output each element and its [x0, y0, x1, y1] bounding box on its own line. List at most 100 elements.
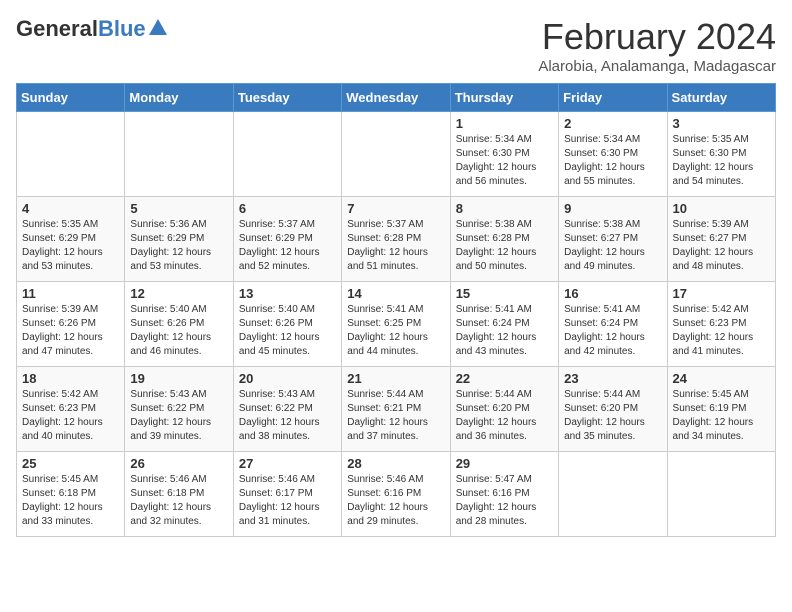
- day-info: Sunrise: 5:42 AM Sunset: 6:23 PM Dayligh…: [22, 388, 119, 444]
- calendar-cell: 17 Sunrise: 5:42 AM Sunset: 6:23 PM Dayli…: [667, 282, 775, 367]
- day-number: 11: [22, 286, 119, 301]
- calendar-cell: 2 Sunrise: 5:34 AM Sunset: 6:30 PM Daylig…: [559, 112, 667, 197]
- day-info: Sunrise: 5:39 AM Sunset: 6:27 PM Dayligh…: [673, 218, 770, 274]
- day-info: Sunrise: 5:36 AM Sunset: 6:29 PM Dayligh…: [130, 218, 227, 274]
- calendar-cell: 12 Sunrise: 5:40 AM Sunset: 6:26 PM Dayli…: [125, 282, 233, 367]
- day-info: Sunrise: 5:44 AM Sunset: 6:20 PM Dayligh…: [456, 388, 553, 444]
- calendar-cell: [667, 452, 775, 537]
- calendar-cell: 20 Sunrise: 5:43 AM Sunset: 6:22 PM Dayli…: [233, 367, 341, 452]
- logo-blue-text: Blue: [98, 16, 146, 42]
- day-number: 10: [673, 201, 770, 216]
- day-info: Sunrise: 5:44 AM Sunset: 6:20 PM Dayligh…: [564, 388, 661, 444]
- location-subtitle: Alarobia, Analamanga, Madagascar: [538, 58, 776, 75]
- day-number: 9: [564, 201, 661, 216]
- calendar-cell: [17, 112, 125, 197]
- day-info: Sunrise: 5:35 AM Sunset: 6:30 PM Dayligh…: [673, 133, 770, 189]
- calendar-cell: 27Sunrise: 5:46 AM Sunset: 6:17 PM Dayli…: [233, 452, 341, 537]
- calendar-cell: [342, 112, 450, 197]
- calendar-cell: 7 Sunrise: 5:37 AM Sunset: 6:28 PM Daylig…: [342, 197, 450, 282]
- day-info: Sunrise: 5:43 AM Sunset: 6:22 PM Dayligh…: [130, 388, 227, 444]
- calendar-cell: 22 Sunrise: 5:44 AM Sunset: 6:20 PM Dayli…: [450, 367, 558, 452]
- calendar-cell: 18 Sunrise: 5:42 AM Sunset: 6:23 PM Dayli…: [17, 367, 125, 452]
- day-number: 6: [239, 201, 336, 216]
- day-info: Sunrise: 5:45 AM Sunset: 6:19 PM Dayligh…: [673, 388, 770, 444]
- weekday-header: Sunday: [17, 84, 125, 112]
- weekday-header: Friday: [559, 84, 667, 112]
- day-info: Sunrise: 5:37 AM Sunset: 6:28 PM Dayligh…: [347, 218, 444, 274]
- day-number: 4: [22, 201, 119, 216]
- day-number: 19: [130, 371, 227, 386]
- day-number: 29: [456, 456, 553, 471]
- calendar-week-row: 1Sunrise: 5:34 AM Sunset: 6:30 PM Daylig…: [17, 112, 776, 197]
- day-number: 25: [22, 456, 119, 471]
- day-number: 15: [456, 286, 553, 301]
- day-info: Sunrise: 5:46 AM Sunset: 6:16 PM Dayligh…: [347, 473, 444, 529]
- calendar-cell: 29 Sunrise: 5:47 AM Sunset: 6:16 PM Dayli…: [450, 452, 558, 537]
- logo: General Blue: [16, 16, 167, 42]
- day-info: Sunrise: 5:42 AM Sunset: 6:23 PM Dayligh…: [673, 303, 770, 359]
- day-info: Sunrise: 5:34 AM Sunset: 6:30 PM Dayligh…: [564, 133, 661, 189]
- day-number: 18: [22, 371, 119, 386]
- calendar-cell: 4 Sunrise: 5:35 AM Sunset: 6:29 PM Daylig…: [17, 197, 125, 282]
- calendar-cell: 28Sunrise: 5:46 AM Sunset: 6:16 PM Dayli…: [342, 452, 450, 537]
- calendar-cell: 3 Sunrise: 5:35 AM Sunset: 6:30 PM Daylig…: [667, 112, 775, 197]
- day-info: Sunrise: 5:37 AM Sunset: 6:29 PM Dayligh…: [239, 218, 336, 274]
- calendar-cell: [233, 112, 341, 197]
- weekday-header: Saturday: [667, 84, 775, 112]
- day-info: Sunrise: 5:40 AM Sunset: 6:26 PM Dayligh…: [130, 303, 227, 359]
- calendar-cell: 23 Sunrise: 5:44 AM Sunset: 6:20 PM Dayli…: [559, 367, 667, 452]
- day-info: Sunrise: 5:47 AM Sunset: 6:16 PM Dayligh…: [456, 473, 553, 529]
- day-info: Sunrise: 5:38 AM Sunset: 6:27 PM Dayligh…: [564, 218, 661, 274]
- day-number: 7: [347, 201, 444, 216]
- weekday-header: Wednesday: [342, 84, 450, 112]
- day-number: 3: [673, 116, 770, 131]
- day-info: Sunrise: 5:35 AM Sunset: 6:29 PM Dayligh…: [22, 218, 119, 274]
- day-info: Sunrise: 5:39 AM Sunset: 6:26 PM Dayligh…: [22, 303, 119, 359]
- day-info: Sunrise: 5:40 AM Sunset: 6:26 PM Dayligh…: [239, 303, 336, 359]
- calendar-cell: 25 Sunrise: 5:45 AM Sunset: 6:18 PM Dayli…: [17, 452, 125, 537]
- day-info: Sunrise: 5:38 AM Sunset: 6:28 PM Dayligh…: [456, 218, 553, 274]
- day-info: Sunrise: 5:44 AM Sunset: 6:21 PM Dayligh…: [347, 388, 444, 444]
- calendar-cell: 19 Sunrise: 5:43 AM Sunset: 6:22 PM Dayli…: [125, 367, 233, 452]
- calendar-cell: 21 Sunrise: 5:44 AM Sunset: 6:21 PM Dayli…: [342, 367, 450, 452]
- calendar-cell: 13 Sunrise: 5:40 AM Sunset: 6:26 PM Dayli…: [233, 282, 341, 367]
- logo-general-text: General: [16, 16, 98, 42]
- day-number: 22: [456, 371, 553, 386]
- day-info: Sunrise: 5:41 AM Sunset: 6:24 PM Dayligh…: [456, 303, 553, 359]
- calendar-cell: 24 Sunrise: 5:45 AM Sunset: 6:19 PM Dayli…: [667, 367, 775, 452]
- weekday-header: Monday: [125, 84, 233, 112]
- day-number: 26: [130, 456, 227, 471]
- day-number: 5: [130, 201, 227, 216]
- day-number: 16: [564, 286, 661, 301]
- day-info: Sunrise: 5:45 AM Sunset: 6:18 PM Dayligh…: [22, 473, 119, 529]
- calendar-cell: 26 Sunrise: 5:46 AM Sunset: 6:18 PM Dayli…: [125, 452, 233, 537]
- day-info: Sunrise: 5:43 AM Sunset: 6:22 PM Dayligh…: [239, 388, 336, 444]
- day-number: 2: [564, 116, 661, 131]
- calendar-cell: 15 Sunrise: 5:41 AM Sunset: 6:24 PM Dayli…: [450, 282, 558, 367]
- month-title: February 2024: [538, 16, 776, 58]
- calendar-week-row: 11 Sunrise: 5:39 AM Sunset: 6:26 PM Dayli…: [17, 282, 776, 367]
- day-info: Sunrise: 5:46 AM Sunset: 6:18 PM Dayligh…: [130, 473, 227, 529]
- day-number: 27: [239, 456, 336, 471]
- logo-icon: [149, 19, 167, 39]
- weekday-header: Thursday: [450, 84, 558, 112]
- day-number: 8: [456, 201, 553, 216]
- calendar-cell: 14Sunrise: 5:41 AM Sunset: 6:25 PM Dayli…: [342, 282, 450, 367]
- calendar-table: SundayMondayTuesdayWednesdayThursdayFrid…: [16, 83, 776, 537]
- title-section: February 2024 Alarobia, Analamanga, Mada…: [538, 16, 776, 75]
- weekday-header: Tuesday: [233, 84, 341, 112]
- calendar-cell: 8 Sunrise: 5:38 AM Sunset: 6:28 PM Daylig…: [450, 197, 558, 282]
- calendar-cell: 1Sunrise: 5:34 AM Sunset: 6:30 PM Daylig…: [450, 112, 558, 197]
- day-number: 21: [347, 371, 444, 386]
- day-number: 24: [673, 371, 770, 386]
- header: General Blue February 2024 Alarobia, Ana…: [16, 16, 776, 75]
- calendar-cell: 16Sunrise: 5:41 AM Sunset: 6:24 PM Dayli…: [559, 282, 667, 367]
- day-number: 12: [130, 286, 227, 301]
- day-number: 17: [673, 286, 770, 301]
- day-number: 14: [347, 286, 444, 301]
- day-number: 23: [564, 371, 661, 386]
- day-number: 20: [239, 371, 336, 386]
- calendar-cell: [125, 112, 233, 197]
- day-number: 13: [239, 286, 336, 301]
- calendar-cell: 11 Sunrise: 5:39 AM Sunset: 6:26 PM Dayli…: [17, 282, 125, 367]
